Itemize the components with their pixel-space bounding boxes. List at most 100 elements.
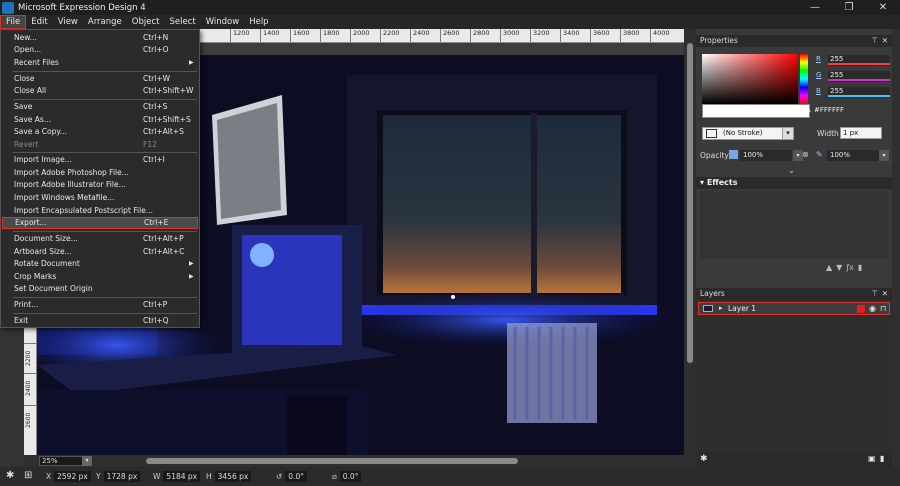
new-layer-icon[interactable]: ▣ [868,454,876,463]
ruler-tick: 2600 [24,405,36,435]
layer-name[interactable]: Layer 1 [728,303,756,314]
menu-item-crop-marks[interactable]: Crop Marks ▶ [2,271,198,283]
menu-view[interactable]: View [53,15,83,29]
x-field[interactable]: 2592 px [54,471,91,482]
menu-item-open[interactable]: Open... Ctrl+O [2,44,198,56]
ruler-tick: 2400 [410,29,430,42]
delete-layer-icon[interactable]: ▮ [880,454,884,463]
menu-item-revert: Revert F12 [14,140,157,149]
rotation-field[interactable]: 0.0° [285,471,307,482]
menu-item-import-image[interactable]: Import Image... Ctrl+I [2,154,198,166]
menu-item-close[interactable]: Close Ctrl+W [2,73,198,85]
delete-effect-icon[interactable]: ▮ [858,263,862,272]
horizontal-scroll-thumb[interactable] [146,458,518,464]
opacity-label: Opacity [700,151,729,160]
move-up-icon[interactable]: ▲ [826,263,832,272]
radiator [513,327,589,420]
properties-tab[interactable]: Properties [700,36,738,45]
layers-title: Layers [700,289,725,298]
menu-help[interactable]: Help [244,15,273,29]
move-down-icon[interactable]: ▼ [836,263,842,272]
red-label: R [816,55,821,63]
minimize-button[interactable]: — [798,0,832,15]
h-field[interactable]: 3456 px [214,471,252,482]
scroll-thumb[interactable] [687,43,693,363]
red-channel-row: R 255 [814,54,890,67]
skew-field[interactable]: 0.0° [339,471,362,482]
effects-panel-header[interactable]: ▾ Effects [696,177,892,189]
zoom-dropdown-chevron-icon[interactable]: ▾ [82,456,92,466]
close-button[interactable]: ✕ [866,0,900,15]
menu-file[interactable]: File [0,15,27,29]
height-coordinate: H 3456 px [206,471,252,482]
menu-edit[interactable]: Edit [26,15,52,29]
expand-chevron-icon[interactable]: ⌄ [788,166,795,175]
panel-close-icon[interactable]: ✕ [882,35,888,47]
layer-row[interactable]: ▸ Layer 1 ◉ ⊓ [698,302,890,315]
menu-item-set-document-origin[interactable]: Set Document Origin [2,283,198,295]
green-label: G [816,71,822,79]
menu-item-exit[interactable]: Exit Ctrl+Q [2,315,198,327]
submenu-arrow-icon: ▶ [189,260,194,267]
menu-item-import-metafile[interactable]: Import Windows Metafile... [2,192,198,204]
panel-scrollbar[interactable] [892,29,900,467]
app-logo-icon [2,1,14,14]
fill-opacity-field[interactable]: 100% [740,150,792,161]
panel-close-icon[interactable]: ✕ [882,288,888,300]
expand-layer-icon[interactable]: ▸ [719,303,723,314]
menu-item-recent-files[interactable]: Recent Files ▶ [2,57,198,69]
w-field[interactable]: 5184 px [163,471,201,482]
visibility-eye-icon[interactable]: ◉ [869,303,876,314]
pin-icon[interactable]: ⊤ [871,288,878,300]
color-picker-area[interactable] [702,54,798,104]
reference-point-icon[interactable]: ⊞ [24,470,32,481]
menu-bar: File Edit View Arrange Object Select Win… [0,15,900,29]
menu-item-import-photoshop[interactable]: Import Adobe Photoshop File... [2,167,198,179]
window-title: Microsoft Expression Design 4 [18,2,146,13]
menu-item-new[interactable]: New... Ctrl+N [2,32,198,44]
menu-select[interactable]: Select [164,15,200,29]
menu-item-document-size[interactable]: Document Size... Ctrl+Alt+P [2,233,198,245]
app-window: Microsoft Expression Design 4 — ❐ ✕ File… [0,0,900,486]
title-bar: Microsoft Expression Design 4 — ❐ ✕ [0,0,900,15]
maximize-button[interactable]: ❐ [832,0,866,15]
lock-icon[interactable]: ⊓ [880,303,886,314]
y-field[interactable]: 1728 px [103,471,141,482]
menu-item-rotate-document[interactable]: Rotate Document ▶ [2,258,198,270]
blue-slider[interactable] [828,95,890,97]
canvas-vertical-scrollbar[interactable] [684,29,696,455]
add-effect-icon[interactable]: ƒx [846,263,854,272]
menu-item-save-as[interactable]: Save As... Ctrl+Shift+S [2,114,198,126]
menu-window[interactable]: Window [201,15,245,29]
hex-color-field[interactable]: #FFFFFF [814,105,874,116]
stroke-select[interactable]: (No Stroke) [702,127,792,140]
ruler-tick: 1800 [320,29,340,42]
stroke-opacity-field[interactable]: 100% [827,150,879,161]
layer-color-swatch[interactable] [857,305,865,313]
ruler-tick: 2200 [24,343,36,373]
green-slider[interactable] [828,79,890,81]
menu-item-save-a-copy[interactable]: Save a Copy... Ctrl+Alt+S [2,126,198,138]
menu-item-export[interactable]: Export... Ctrl+E [2,217,198,229]
menu-item-save[interactable]: Save Ctrl+S [2,101,198,113]
menu-object[interactable]: Object [127,15,165,29]
gear-icon[interactable]: ✱ [700,454,708,464]
menu-item-close-all[interactable]: Close All Ctrl+Shift+W [2,85,198,97]
submenu-arrow-icon: ▶ [189,59,194,66]
stroke-dropdown-chevron-icon[interactable]: ▾ [782,127,794,140]
menu-item-artboard-size[interactable]: Artboard Size... Ctrl+Alt+C [2,246,198,258]
menu-item-import-eps[interactable]: Import Encapsulated Postscript File... [2,205,198,217]
link-icon[interactable]: ⊗ [802,150,809,159]
menu-item-import-illustrator[interactable]: Import Adobe Illustrator File... [2,179,198,191]
hue-slider[interactable] [800,54,808,104]
settings-gear-icon[interactable]: ✱ [6,470,14,481]
menu-item-print[interactable]: Print... Ctrl+P [2,299,198,311]
red-slider[interactable] [828,63,890,65]
menu-arrange[interactable]: Arrange [83,15,127,29]
stroke-width-field[interactable]: 1 px [840,127,882,139]
eyedropper-icon[interactable]: ✎ [804,106,814,116]
stroke-opacity-dropdown-icon[interactable]: ▾ [879,150,889,161]
pin-icon[interactable]: ⊤ [871,35,878,47]
layer-thumbnail [703,305,713,312]
effects-list [700,191,888,259]
